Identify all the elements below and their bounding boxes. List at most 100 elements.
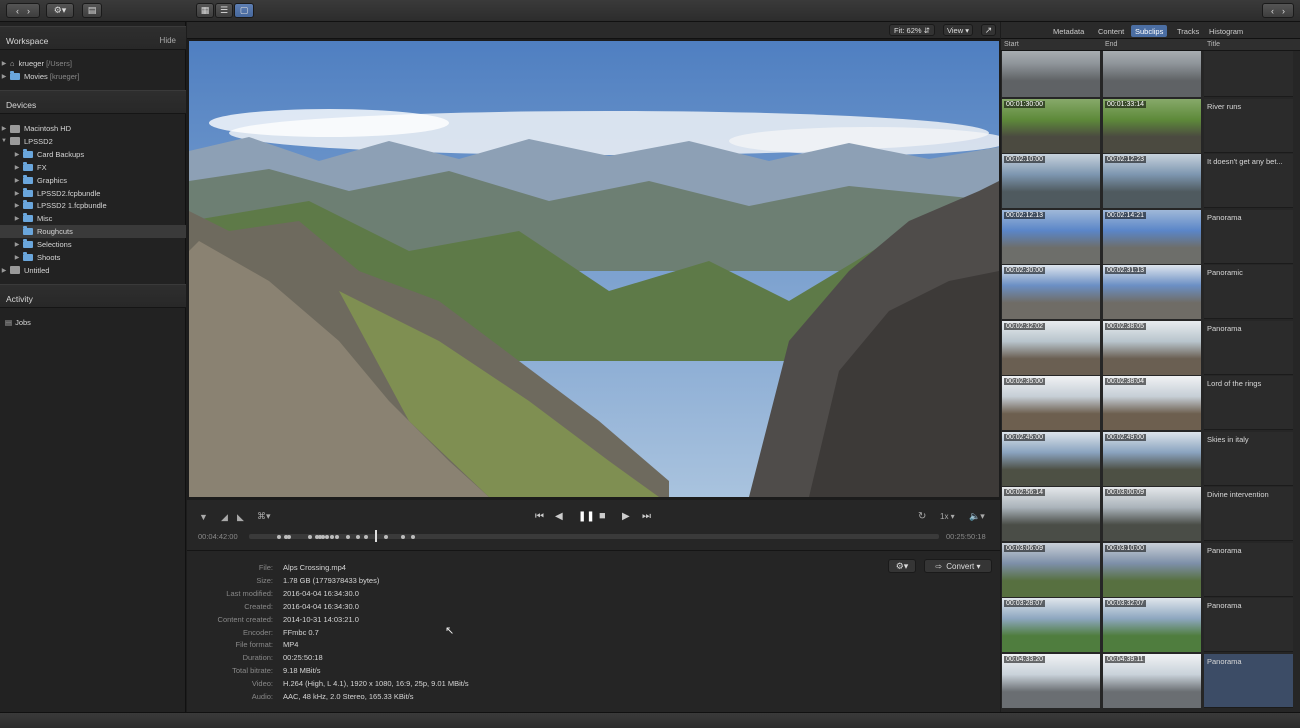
marker-in-icon[interactable]: ▼ [199, 512, 208, 522]
subclip-title[interactable]: Panorama [1204, 653, 1293, 708]
add-folder-button[interactable]: ▤ [82, 3, 102, 18]
start-thumbnail[interactable]: 00:02:56:14 [1002, 487, 1100, 541]
column-start[interactable]: Start [1004, 41, 1019, 48]
start-thumbnail[interactable]: 00:03:28:07 [1002, 598, 1100, 652]
grid-view-button[interactable]: ▦ [196, 3, 214, 18]
workspace-item-krueger[interactable]: ▶ ⌂ krueger [/Users] [0, 57, 186, 70]
end-thumbnail[interactable]: 00:02:38:04 [1103, 376, 1201, 430]
step-back-icon[interactable]: ◀ [555, 511, 563, 522]
view-menu[interactable]: View ▾ [943, 24, 973, 36]
end-thumbnail[interactable]: 00:02:12:23 [1103, 154, 1201, 208]
disclosure-triangle-icon[interactable]: ▶ [0, 73, 8, 80]
end-thumbnail[interactable]: 00:02:38:05 [1103, 320, 1201, 375]
stop-icon[interactable]: ■ [599, 510, 606, 522]
mark-in-icon[interactable]: ◢ [221, 512, 228, 523]
subclip-row[interactable] [1001, 51, 1293, 98]
tab-subclips[interactable]: Subclips [1131, 25, 1168, 37]
device-item-untitled[interactable]: ▶ Untitled [0, 264, 186, 277]
chevron-left-icon[interactable]: ‹ [1271, 6, 1274, 16]
volume-icon[interactable]: 🔈▾ [969, 511, 985, 522]
start-thumbnail[interactable]: 00:04:33:20 [1002, 653, 1100, 708]
subclip-row[interactable]: 00:02:10:00 00:02:12:23 It doesn't get any… [1001, 154, 1293, 209]
action-menu-button[interactable]: ⚙▾ [46, 3, 74, 18]
device-item-lpssd2[interactable]: ▼ LPSSD2 [0, 135, 186, 148]
loop-icon[interactable]: ↻ [918, 511, 926, 522]
subclip-title[interactable] [1204, 51, 1293, 97]
device-item-lpssd2-1-fcpbundle[interactable]: ▶ LPSSD2 1.fcpbundle [0, 199, 186, 212]
tab-tracks[interactable]: Tracks [1173, 25, 1203, 37]
disclosure-triangle-icon[interactable]: ▶ [13, 202, 21, 209]
playhead[interactable] [374, 530, 377, 542]
workspace-item-movies[interactable]: ▶ Movies [krueger] [0, 70, 186, 83]
subclip-row[interactable]: 00:02:32:02 00:02:38:05 Panorama [1001, 320, 1293, 376]
end-thumbnail[interactable]: 00:02:14:21 [1103, 209, 1201, 264]
chevron-right-icon[interactable]: › [27, 6, 30, 16]
subclip-row[interactable]: 00:03:28:07 00:03:32:07 Panorama [1001, 598, 1293, 653]
device-item-shoots[interactable]: ▶ Shoots [0, 251, 186, 264]
end-thumbnail[interactable]: 00:02:49:00 [1103, 431, 1201, 486]
subclip-row[interactable]: 00:02:35:00 00:02:38:04 Lord of the rings [1001, 376, 1293, 431]
end-thumbnail[interactable]: 00:03:00:09 [1103, 487, 1201, 541]
disclosure-triangle-icon[interactable]: ▶ [13, 164, 21, 171]
tab-content[interactable]: Content [1094, 25, 1128, 37]
subclip-row[interactable]: 00:03:06:09 00:03:10:00 Panorama [1001, 542, 1293, 598]
start-thumbnail[interactable]: 00:02:10:00 [1002, 154, 1100, 208]
column-end[interactable]: End [1105, 41, 1117, 48]
chevron-right-icon[interactable]: › [1282, 6, 1285, 16]
convert-button[interactable]: ⇨ Convert ▾ [924, 559, 992, 573]
disclosure-triangle-icon[interactable]: ▼ [0, 138, 8, 144]
device-item-macintosh-hd[interactable]: ▶ Macintosh HD [0, 122, 186, 135]
end-thumbnail[interactable]: 00:03:10:00 [1103, 542, 1201, 597]
start-thumbnail[interactable]: 00:02:12:13 [1002, 209, 1100, 264]
subclip-title[interactable]: Skies in italy [1204, 431, 1293, 486]
fit-zoom-select[interactable]: Fit: 62% ⇵ [889, 24, 935, 36]
start-thumbnail[interactable]: 00:02:35:00 [1002, 376, 1100, 430]
column-title[interactable]: Title [1207, 41, 1220, 48]
crop-icon[interactable]: ⌘▾ [257, 511, 271, 522]
viewer-view-button[interactable]: ▢ [234, 3, 254, 18]
end-thumbnail[interactable]: 00:04:39:11 [1103, 653, 1201, 708]
disclosure-triangle-icon[interactable]: ▶ [13, 215, 21, 222]
info-action-menu[interactable]: ⚙▾ [888, 559, 916, 573]
subclip-row[interactable]: 00:02:12:13 00:02:14:21 Panorama [1001, 209, 1293, 265]
disclosure-triangle-icon[interactable]: ▶ [0, 125, 8, 132]
device-item-roughcuts[interactable]: Roughcuts [0, 225, 186, 239]
subclip-row[interactable]: 00:02:56:14 00:03:00:09 Divine interventio… [1001, 487, 1293, 542]
start-thumbnail[interactable]: 00:02:30:00 [1002, 265, 1100, 319]
speed-select[interactable]: 1x ▾ [940, 512, 955, 521]
disclosure-triangle-icon[interactable]: ▶ [13, 241, 21, 248]
step-forward-icon[interactable]: ▶ [622, 511, 630, 522]
end-thumbnail[interactable]: 00:03:32:07 [1103, 598, 1201, 652]
disclosure-triangle-icon[interactable]: ▶ [13, 254, 21, 261]
start-thumbnail[interactable] [1002, 51, 1100, 97]
subclip-row[interactable]: 00:02:30:00 00:02:31:13 Panoramic [1001, 265, 1293, 320]
start-thumbnail[interactable]: 00:02:32:02 [1002, 320, 1100, 375]
go-to-start-icon[interactable]: ⏮ [535, 511, 544, 522]
device-item-lpssd2-fcpbundle[interactable]: ▶ LPSSD2.fcpbundle [0, 187, 186, 200]
subclip-title[interactable]: Panorama [1204, 598, 1293, 652]
end-thumbnail[interactable] [1103, 51, 1201, 97]
subclip-row[interactable]: 00:01:30:00 00:01:33:14 River runs [1001, 98, 1293, 154]
disclosure-triangle-icon[interactable]: ▶ [13, 190, 21, 197]
fullscreen-button[interactable]: ↗ [981, 24, 996, 36]
subclip-title[interactable]: Panorama [1204, 209, 1293, 264]
video-frame[interactable] [189, 41, 999, 497]
chevron-left-icon[interactable]: ‹ [16, 6, 19, 16]
subclip-title[interactable]: Panoramic [1204, 265, 1293, 319]
pause-icon[interactable]: ❚❚ [578, 511, 595, 522]
hide-button[interactable]: Hide [160, 36, 176, 45]
disclosure-triangle-icon[interactable]: ▶ [0, 60, 8, 67]
device-item-misc[interactable]: ▶ Misc [0, 212, 186, 225]
subclip-row[interactable]: 00:04:33:20 00:04:39:11 Panorama [1001, 653, 1293, 709]
disclosure-triangle-icon[interactable]: ▶ [13, 151, 21, 158]
disclosure-triangle-icon[interactable]: ▶ [0, 267, 8, 274]
device-item-fx[interactable]: ▶ FX [0, 161, 186, 174]
timeline-scrubber[interactable] [249, 530, 939, 542]
end-thumbnail[interactable]: 00:01:33:14 [1103, 98, 1201, 153]
start-thumbnail[interactable]: 00:03:06:09 [1002, 542, 1100, 597]
tab-histogram[interactable]: Histogram [1205, 25, 1247, 37]
device-item-graphics[interactable]: ▶ Graphics [0, 174, 186, 187]
go-to-end-icon[interactable]: ⏭ [642, 511, 651, 522]
back-forward-buttons[interactable]: ‹ › [6, 3, 40, 18]
device-item-card-backups[interactable]: ▶ Card Backups [0, 148, 186, 161]
